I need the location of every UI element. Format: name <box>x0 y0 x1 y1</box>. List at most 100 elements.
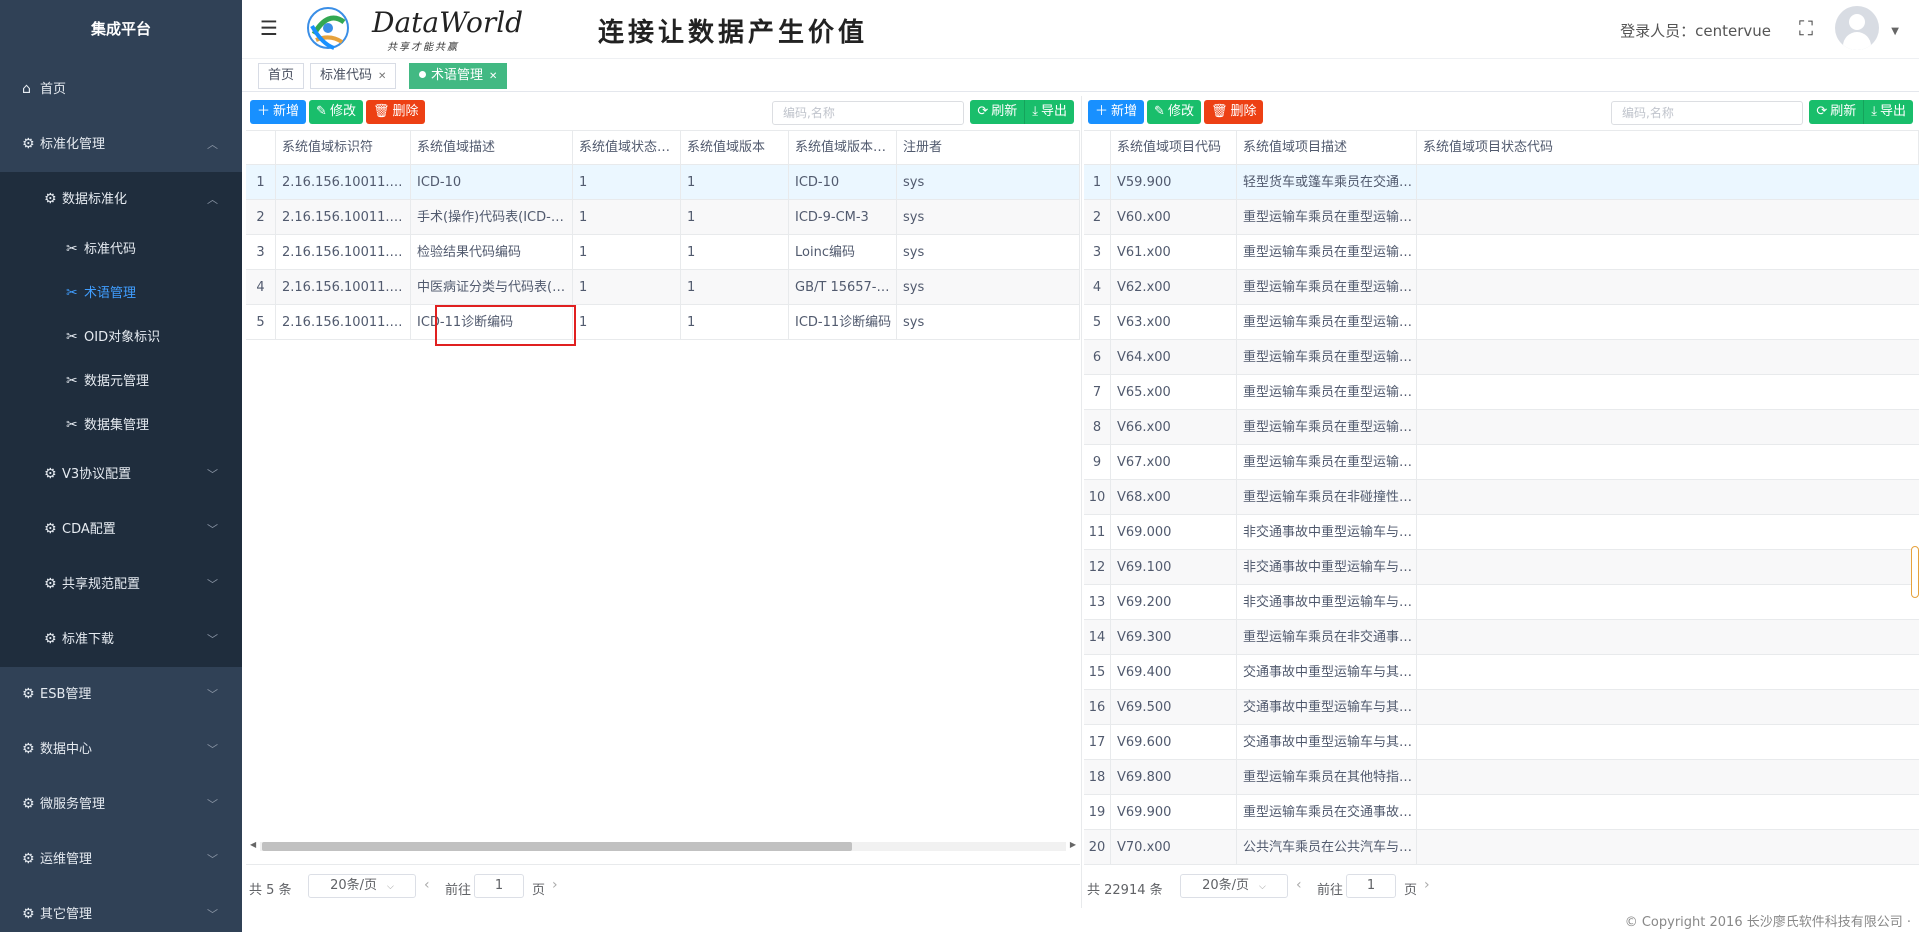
column-header[interactable]: 系统值域描述 <box>411 131 573 165</box>
table-row[interactable]: 22.16.156.10011.2.3.3.12手术(操作)代码表(ICD-9-… <box>246 200 1080 235</box>
table-row[interactable]: 5V63.x00重型运输车乘员在重型运输车与... <box>1084 305 1919 340</box>
tag-label: 标准代码 <box>320 68 373 83</box>
row-index: 10 <box>1084 480 1111 515</box>
table-row[interactable]: 32.16.156.10011.2.3.2.38检验结果代码编码11Loinc编… <box>246 235 1080 270</box>
column-header[interactable]: 系统值域标识符 <box>276 131 411 165</box>
table-row[interactable]: 18V69.800重型运输车乘员在其他特指运输... <box>1084 760 1919 795</box>
edit-button[interactable]: ✎ 修改 <box>309 100 363 124</box>
sidebar-item[interactable]: ⚙ 其它管理 ﹀ <box>0 887 242 932</box>
sidebar-item[interactable]: ✂ 术语管理 <box>0 271 242 315</box>
table-row[interactable]: 16V69.500交通事故中重型运输车与其他机... <box>1084 690 1919 725</box>
table-row[interactable]: 2V60.x00重型运输车乘员在重型运输车与... <box>1084 200 1919 235</box>
table-row[interactable]: 52.16.156.10011.2.3.3.18ICD-11诊断编码11ICD-… <box>246 305 1080 340</box>
close-icon[interactable]: ✕ <box>489 71 497 82</box>
next-page-icon[interactable]: › <box>552 877 558 893</box>
add-button[interactable]: ＋新增 <box>250 100 307 124</box>
fullscreen-icon[interactable]: ⛶ <box>1799 16 1813 40</box>
scroll-thumb[interactable] <box>262 842 852 851</box>
sidebar-item[interactable]: ✂ 标准代码 <box>0 227 242 271</box>
column-header[interactable]: 系统值域版本描述... <box>789 131 897 165</box>
table-row[interactable]: 42.16.156.10011.2.3.3.14中医病证分类与代码表(GB/T … <box>246 270 1080 305</box>
column-header[interactable]: 系统值域状态代码... <box>573 131 681 165</box>
hamburger-menu-icon[interactable]: ☰ <box>260 16 278 40</box>
tag-home[interactable]: 首页 <box>258 63 305 89</box>
table-row[interactable]: 12.16.156.10011.2.3.3.11ICD-1011ICD-10sy… <box>246 165 1080 200</box>
tag-terminology[interactable]: 术语管理 ✕ <box>409 63 508 89</box>
export-button[interactable]: ⤓ 导出 <box>1864 100 1913 124</box>
table-cell: V68.x00 <box>1111 480 1237 515</box>
tag-standard-code[interactable]: 标准代码 ✕ <box>310 63 397 89</box>
table-row[interactable]: 15V69.400交通事故中重型运输车与其他机... <box>1084 655 1919 690</box>
prev-page-icon[interactable]: ‹ <box>424 877 430 893</box>
table-row[interactable]: 13V69.200非交通事故中重型运输车与其他... <box>1084 585 1919 620</box>
avatar[interactable] <box>1835 6 1879 50</box>
page-size-select[interactable]: 20条/页 ⌵ <box>1180 874 1288 898</box>
arrow-right-icon[interactable]: ▶ <box>1070 840 1076 849</box>
sidebar-item[interactable]: ⚙ ESB管理 ﹀ <box>0 667 242 722</box>
table-row[interactable]: 6V64.x00重型运输车乘员在重型运输车与... <box>1084 340 1919 375</box>
table-row[interactable]: 20V70.x00公共汽车乘员在公共汽车与行人... <box>1084 830 1919 864</box>
side-scroll-handle[interactable] <box>1911 546 1919 598</box>
close-icon[interactable]: ✕ <box>378 71 386 82</box>
refresh-button[interactable]: ⟳ 刷新 <box>1809 100 1865 124</box>
refresh-button[interactable]: ⟳ 刷新 <box>970 100 1026 124</box>
edit-button[interactable]: ✎ 修改 <box>1147 100 1201 124</box>
column-header[interactable]: 系统值域项目状态代码 <box>1417 131 1919 165</box>
sidebar-item[interactable]: ⚙ 运维管理 ﹀ <box>0 832 242 887</box>
sidebar-item[interactable]: ⌂ 首页 <box>0 62 242 117</box>
table-row[interactable]: 12V69.100非交通事故中重型运输车与其他... <box>1084 550 1919 585</box>
table-row[interactable]: 4V62.x00重型运输车乘员在重型运输车与... <box>1084 270 1919 305</box>
table-row[interactable]: 3V61.x00重型运输车乘员在重型运输车与... <box>1084 235 1919 270</box>
prev-page-icon[interactable]: ‹ <box>1296 877 1302 893</box>
table-row[interactable]: 1V59.900轻型货车或篷车乘员在交通事故... <box>1084 165 1919 200</box>
sidebar-item[interactable]: ⚙ CDA配置 ﹀ <box>0 502 242 557</box>
table-row[interactable]: 7V65.x00重型运输车乘员在重型运输车与... <box>1084 375 1919 410</box>
sidebar-item[interactable]: ✂ 数据元管理 <box>0 359 242 403</box>
sidebar-item[interactable]: ✂ OID对象标识 <box>0 315 242 359</box>
table-row[interactable]: 8V66.x00重型运输车乘员在重型运输车与... <box>1084 410 1919 445</box>
page-input[interactable]: 1 <box>474 874 524 898</box>
sidebar-item[interactable]: ⚙ 微服务管理 ﹀ <box>0 777 242 832</box>
delete-button[interactable]: 🗑 删除 <box>1203 100 1264 124</box>
table-cell: 交通事故中重型运输车与其他机... <box>1237 655 1417 690</box>
table-row[interactable]: 19V69.900重型运输车乘员在交通事故中的... <box>1084 795 1919 830</box>
column-header[interactable]: 注册者 <box>897 131 1080 165</box>
page-input[interactable]: 1 <box>1346 874 1396 898</box>
index-header <box>1084 131 1111 165</box>
horizontal-scrollbar[interactable]: ◀ ▶ <box>250 838 1076 852</box>
page-size-select[interactable]: 20条/页 ⌵ <box>308 874 416 898</box>
table-row[interactable]: 11V69.000非交通事故中重型运输车与其他... <box>1084 515 1919 550</box>
value-domain-item-panel: ＋新增 ✎ 修改 🗑 删除 编码,名称 ⟳ 刷新 ⤓ 导出 系统值域项目代码 系统值域项目描述系… <box>1084 96 1919 908</box>
search-input[interactable]: 编码,名称 <box>772 101 964 125</box>
value-domain-item-table: 系统值域项目代码 系统值域项目描述 系统值域项目状态代码 1 V59.900 轻型货车或篷… <box>1084 130 1919 864</box>
sidebar-item[interactable]: ✂ 数据集管理 <box>0 403 242 447</box>
sidebar-item[interactable]: ⚙ 共享规范配置 ﹀ <box>0 557 242 612</box>
caret-down-icon[interactable]: ▼ <box>1891 26 1899 37</box>
search-input[interactable]: 编码,名称 <box>1611 101 1803 125</box>
table-row[interactable]: 9V67.x00重型运输车乘员在重型运输车与... <box>1084 445 1919 480</box>
column-header[interactable]: 系统值域项目描述 <box>1237 131 1417 165</box>
table-header: 系统值域标识符系统值域描述系统值域状态代码...系统值域版本系统值域版本描述..… <box>246 131 1080 165</box>
add-button[interactable]: ＋新增 <box>1088 100 1145 124</box>
arrow-left-icon[interactable]: ◀ <box>250 840 256 849</box>
column-header[interactable]: 系统值域项目代码 <box>1111 131 1237 165</box>
sidebar-item-label: ESB管理 <box>40 687 92 702</box>
table-row[interactable]: 14V69.300重型运输车乘员在非交通事故中... <box>1084 620 1919 655</box>
sidebar-item[interactable]: ⚙ 数据标准化 ︿ <box>0 172 242 227</box>
sidebar-item[interactable]: ⚙ 标准化管理 ︿ <box>0 117 242 172</box>
sidebar-item[interactable]: ⚙ V3协议配置 ﹀ <box>0 447 242 502</box>
next-page-icon[interactable]: › <box>1424 877 1430 893</box>
table-cell: V69.300 <box>1111 620 1237 655</box>
table-row[interactable]: 17V69.600交通事故中重型运输车与其他和... <box>1084 725 1919 760</box>
table-cell: V67.x00 <box>1111 445 1237 480</box>
delete-button[interactable]: 🗑 删除 <box>365 100 426 124</box>
table-cell: 重型运输车乘员在重型运输车与... <box>1237 235 1417 270</box>
chevron-up-icon: ︿ <box>207 193 218 206</box>
sidebar-item[interactable]: ⚙ 标准下载 ﹀ <box>0 612 242 667</box>
export-button[interactable]: ⤓ 导出 <box>1025 100 1074 124</box>
dataworld-logo <box>307 7 349 50</box>
sidebar-item[interactable]: ⚙ 数据中心 ﹀ <box>0 722 242 777</box>
column-header[interactable]: 系统值域版本 <box>681 131 789 165</box>
table-row[interactable]: 10V68.x00重型运输车乘员在非碰撞性运输... <box>1084 480 1919 515</box>
chevron-down-icon: ﹀ <box>207 853 218 866</box>
